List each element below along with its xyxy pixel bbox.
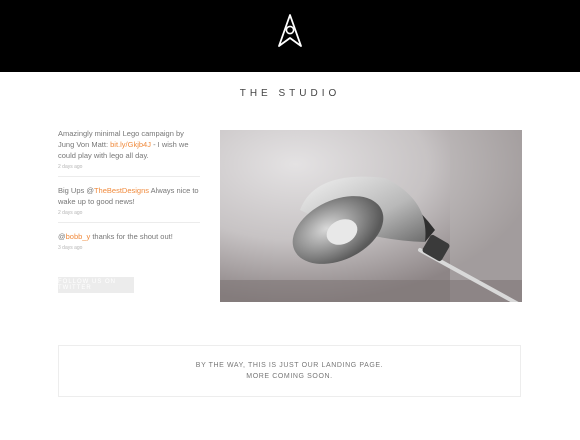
tweet-item: Big Ups @TheBestDesigns Always nice to w… [58, 185, 200, 223]
tweet-item: @bobb_y thanks for the shout out! 3 days… [58, 231, 200, 257]
page-title: THE STUDIO [239, 88, 341, 99]
header-bar [0, 0, 580, 72]
tweet-text: Big Ups @TheBestDesigns Always nice to w… [58, 186, 199, 206]
tweet-mention-link[interactable]: TheBestDesigns [94, 186, 149, 195]
tweet-timestamp: 2 days ago [58, 210, 83, 216]
tweet-text: Amazingly minimal Lego campaign by Jung … [58, 129, 189, 160]
desk-lamp-photo [220, 130, 522, 302]
tweet-mention-link[interactable]: bobb_y [66, 232, 91, 241]
landing-line-2: MORE COMING SOON. [246, 373, 333, 380]
follow-twitter-button[interactable]: FOLLOW US ON TWITTER [58, 277, 134, 293]
lamp-illustration [220, 130, 522, 302]
tweet-link[interactable]: bit.ly/Gkjb4J [110, 140, 151, 149]
tweet-timestamp: 3 days ago [58, 245, 83, 251]
tweet-list: Amazingly minimal Lego campaign by Jung … [58, 128, 200, 265]
tweet-item: Amazingly minimal Lego campaign by Jung … [58, 128, 200, 177]
tweet-timestamp: 2 days ago [58, 164, 83, 170]
landing-line-1: BY THE WAY, THIS IS JUST OUR LANDING PAG… [195, 362, 384, 369]
tweet-text: @bobb_y thanks for the shout out! [58, 232, 173, 241]
tent-pin-logo-icon[interactable] [277, 13, 303, 49]
landing-notice: BY THE WAY, THIS IS JUST OUR LANDING PAG… [58, 345, 521, 397]
